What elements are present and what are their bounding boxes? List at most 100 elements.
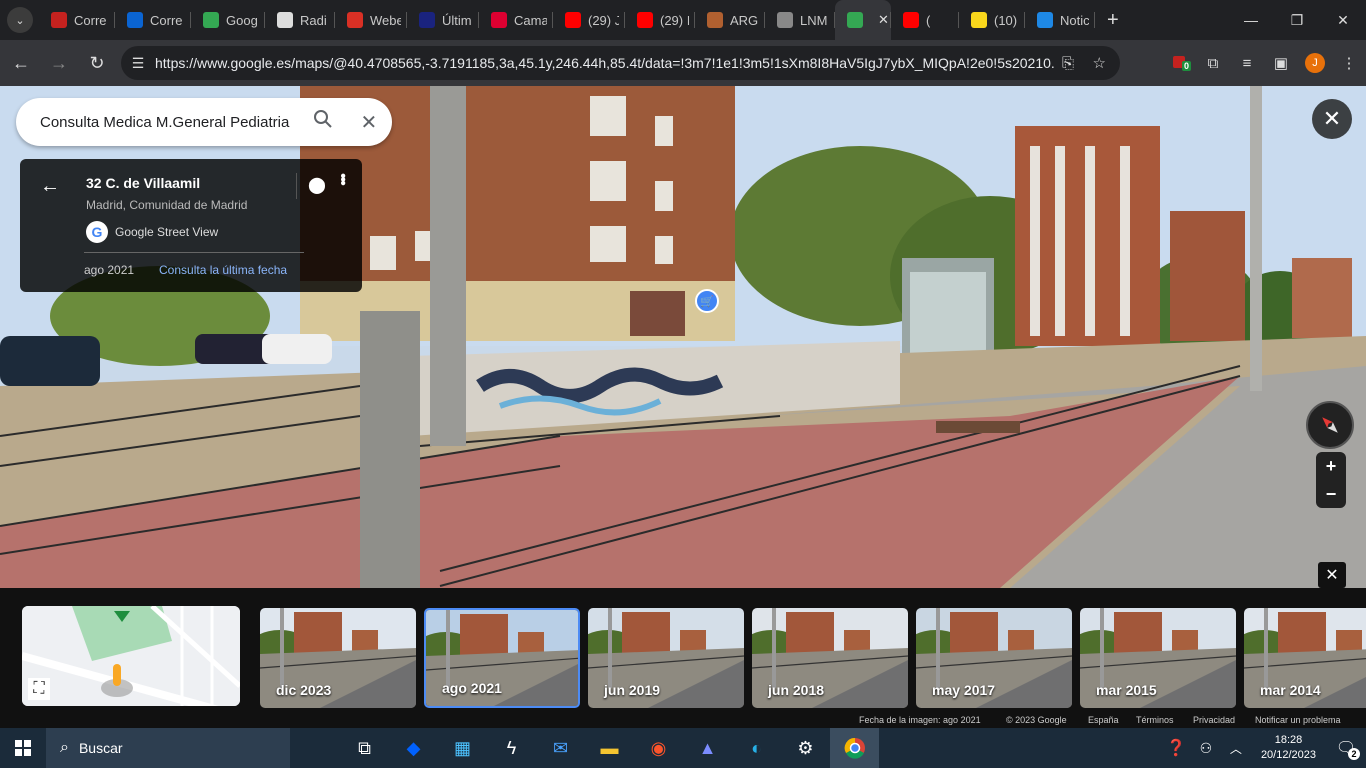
puzzle-extensions-icon[interactable]: ⧉ [1196,55,1230,72]
tab-title: (10) I [994,12,1019,28]
close-street-view-button[interactable]: ✕ [1312,99,1352,139]
browser-tab[interactable]: Corre [115,0,191,40]
menu-kebab-icon[interactable]: ⋮ [1332,54,1366,72]
timeline-thumbnail[interactable]: jun 2018 [752,608,908,708]
search-box[interactable]: Consulta Medica M.General Pediatria ✕ [16,98,392,146]
street-view-panorama[interactable]: 🛒 Consulta Medica M.General Pediatria ✕ … [0,86,1366,588]
site-info-icon[interactable]: ☰ [121,55,155,72]
youtube-icon [637,12,653,28]
bookmark-star-icon[interactable]: ☆ [1093,54,1106,72]
tab-title: Notic [1060,12,1089,28]
globe-icon [777,12,793,28]
task-view-icon[interactable]: ⧉ [340,728,389,768]
latest-date-link[interactable]: Consulta la última fecha [159,263,287,277]
notifications-icon[interactable]: 🗨 2 [1326,738,1366,760]
people-icon[interactable]: ⚇ [1191,740,1221,757]
browser-tab[interactable]: (29) J [553,0,625,40]
help-icon[interactable]: ❓ [1161,738,1191,758]
windows-taskbar: ⌕ Buscar ⧉ ◆ ▦ ϟ ✉ ▬ ◉ ▲ ◐ ⚙ ❓ ⚇ ︿ 18:28… [0,728,1366,768]
back-arrow-icon[interactable]: ← [40,175,60,198]
browser-tab[interactable]: LNM [765,0,835,40]
timeline-thumbnail[interactable]: ago 2021 [424,608,580,708]
lightning-app-icon[interactable]: ϟ [487,728,536,768]
store-icon[interactable]: ▦ [438,728,487,768]
taskbar-search[interactable]: ⌕ Buscar [46,728,290,768]
copyright-text: © 2023 Google [1006,715,1067,725]
reload-button[interactable]: ↻ [80,46,114,80]
copilot-icon[interactable]: ▲ [683,728,732,768]
toolbar-actions: 0 ⧉ ≡ ▣ J ⋮ [1162,40,1366,86]
angular-icon [491,12,507,28]
browser-tab[interactable]: (29) I [625,0,695,40]
minimize-button[interactable]: — [1228,0,1274,40]
window-controls: — ❐ ✕ [1228,0,1366,40]
side-panel-icon[interactable]: ▣ [1264,54,1298,72]
chevron-down-icon: ⌄ [15,14,25,27]
media-control-icon[interactable]: ≡ [1230,55,1264,72]
install-icon[interactable]: ⎘ [1062,55,1074,72]
report-problem-link[interactable]: Notificar un problema [1255,715,1341,725]
file-explorer-icon[interactable]: ▬ [585,728,634,768]
edge-icon[interactable]: ◐ [732,728,781,768]
chrome-icon[interactable] [830,728,879,768]
url-text[interactable]: https://www.google.es/maps/@40.4708565,-… [155,55,1055,71]
close-timeline-button[interactable]: ✕ [1318,562,1346,588]
timeline-thumbnail[interactable]: mar 2015 [1080,608,1236,708]
terms-link[interactable]: Términos [1136,715,1174,725]
privacy-link[interactable]: Privacidad [1193,715,1235,725]
browser-tab[interactable]: Últim [407,0,479,40]
timeline-thumbnail[interactable]: mar 2014 [1244,608,1366,708]
browser-tab[interactable]: ARGE [695,0,765,40]
close-tab-icon[interactable]: ✕ [878,12,889,28]
search-input[interactable]: Consulta Medica M.General Pediatria [40,114,300,131]
mini-map[interactable]: ⛶ [22,606,240,706]
more-options-icon[interactable]: ••• [333,173,351,184]
taskbar-search-label: Buscar [78,740,123,756]
dropbox-icon[interactable]: ◆ [389,728,438,768]
timeline-thumbnail[interactable]: dic 2023 [260,608,416,708]
browser-tab[interactable]: Cama [479,0,553,40]
browser-tab[interactable]: (10) I [959,0,1025,40]
browser-tab[interactable]: Radi [265,0,335,40]
timeline-date-label: dic 2023 [276,682,332,698]
business-marker[interactable]: 🛒 [695,289,719,313]
browser-tab[interactable]: Corre [39,0,115,40]
close-window-button[interactable]: ✕ [1320,0,1366,40]
browser-tab[interactable]: Notic [1025,0,1095,40]
back-button[interactable]: ← [4,46,38,80]
browser-tab[interactable]: 3✕ [835,0,891,40]
address-title: 32 C. de Villaamil [86,175,201,191]
clock[interactable]: 18:28 20/12/2023 [1261,733,1316,763]
browser-tab[interactable]: Goog [191,0,265,40]
browser-tab[interactable]: Webe [335,0,407,40]
tab-search-button[interactable]: ⌄ [7,7,33,33]
clear-search-icon[interactable]: ✕ [346,110,392,135]
zoom-out-button[interactable]: − [1326,484,1337,505]
restore-button[interactable]: ❐ [1274,0,1320,40]
maps-icon [203,12,219,28]
outlook-icon [127,12,143,28]
map-pin-icon[interactable]: ⬤ [308,175,326,195]
country-link[interactable]: España [1088,715,1119,725]
clock-date: 20/12/2023 [1260,749,1316,761]
timeline-date-label: mar 2014 [1260,682,1321,698]
book-icon [707,12,723,28]
compass-control[interactable] [1306,401,1354,449]
mail-icon[interactable]: ✉ [536,728,585,768]
browser-tab[interactable]: ( [891,0,959,40]
timeline-thumbnail[interactable]: may 2017 [916,608,1072,708]
extension-badge-icon[interactable]: 0 [1162,55,1196,71]
search-icon[interactable] [300,109,346,135]
timeline-thumbnail[interactable]: jun 2019 [588,608,744,708]
new-tab-button[interactable]: + [1107,9,1119,32]
forward-button[interactable]: → [42,46,76,80]
chevron-up-icon[interactable]: ︿ [1221,740,1251,757]
profile-avatar[interactable]: J [1305,53,1325,73]
youtube-icon [903,12,919,28]
expand-map-icon[interactable]: ⛶ [28,678,50,700]
address-bar[interactable]: ☰ https://www.google.es/maps/@40.4708565… [121,46,1120,80]
zoom-in-button[interactable]: + [1326,456,1337,477]
start-button[interactable] [0,728,46,768]
brave-icon[interactable]: ◉ [634,728,683,768]
settings-gear-icon[interactable]: ⚙ [781,728,830,768]
